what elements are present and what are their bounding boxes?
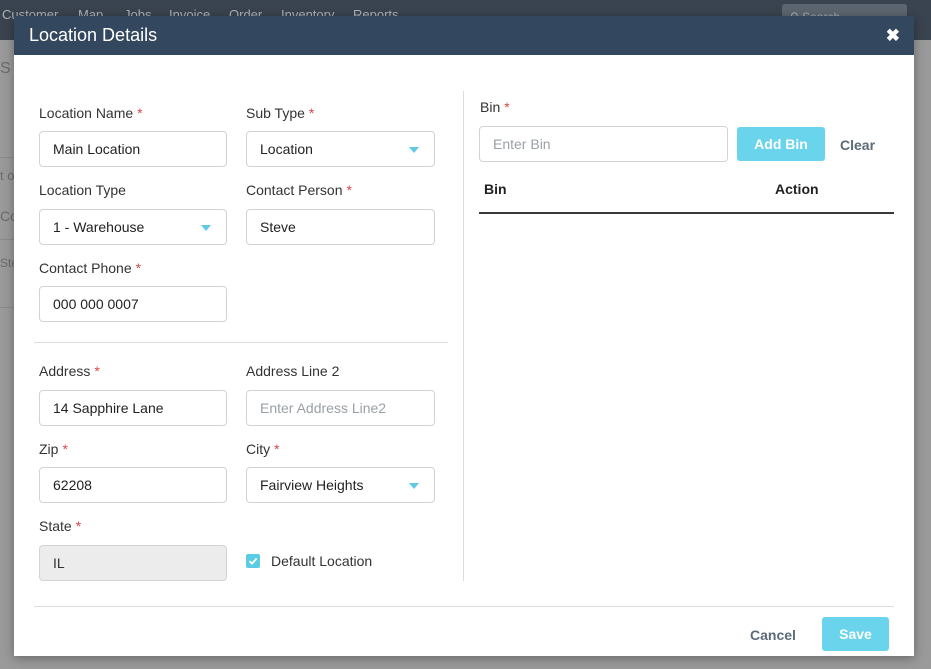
location-name-input[interactable]: Main Location — [39, 131, 227, 167]
contact-person-label: Contact Person * — [246, 182, 352, 198]
check-icon — [248, 557, 258, 565]
city-label: City * — [246, 441, 280, 457]
chevron-down-icon — [409, 147, 419, 153]
city-select[interactable]: Fairview Heights — [246, 467, 435, 503]
footer-divider — [34, 606, 894, 607]
city-value: Fairview Heights — [260, 477, 364, 493]
contact-person-input[interactable]: Steve — [246, 209, 435, 245]
modal-title: Location Details — [29, 25, 158, 45]
address-input[interactable]: 14 Sapphire Lane — [39, 390, 227, 426]
address-line2-label: Address Line 2 — [246, 363, 340, 379]
state-input: IL — [39, 545, 227, 581]
bin-column-header: Bin — [484, 181, 507, 197]
location-name-label: Location Name * — [39, 105, 143, 121]
section-divider — [34, 342, 448, 343]
location-type-label: Location Type — [39, 182, 126, 198]
column-divider — [463, 91, 464, 581]
bin-table-header-underline — [479, 212, 894, 214]
sub-type-select[interactable]: Location — [246, 131, 435, 167]
location-type-select[interactable]: 1 - Warehouse — [39, 209, 227, 245]
contact-phone-label: Contact Phone * — [39, 260, 142, 276]
default-location-checkbox[interactable] — [246, 554, 260, 568]
cancel-button[interactable]: Cancel — [750, 627, 796, 643]
address-line2-input[interactable]: Enter Address Line2 — [246, 390, 435, 426]
contact-phone-input[interactable]: 000 000 0007 — [39, 286, 227, 322]
chevron-down-icon — [409, 483, 419, 489]
bg-fragment: t o — [0, 168, 15, 183]
location-type-value: 1 - Warehouse — [53, 219, 145, 235]
default-location-label[interactable]: Default Location — [271, 553, 372, 569]
address-label: Address * — [39, 363, 100, 379]
bin-label: Bin * — [480, 99, 510, 115]
bg-divider — [0, 157, 14, 158]
sub-type-label: Sub Type * — [246, 105, 315, 121]
state-label: State * — [39, 518, 82, 534]
save-button[interactable]: Save — [822, 617, 889, 651]
location-details-modal: Location Details ✖ Location Name * Main L… — [14, 16, 914, 656]
sub-type-value: Location — [260, 141, 313, 157]
bg-fragment: S — [0, 60, 11, 77]
close-icon[interactable]: ✖ — [886, 27, 900, 44]
chevron-down-icon — [201, 225, 211, 231]
add-bin-button[interactable]: Add Bin — [737, 127, 825, 161]
bg-divider — [0, 239, 14, 240]
bin-input[interactable]: Enter Bin — [479, 126, 728, 162]
bg-divider — [0, 307, 14, 308]
action-column-header: Action — [775, 181, 819, 197]
zip-label: Zip * — [39, 441, 68, 457]
modal-header: Location Details ✖ — [14, 16, 914, 55]
zip-input[interactable]: 62208 — [39, 467, 227, 503]
clear-bin-button[interactable]: Clear — [840, 137, 875, 153]
